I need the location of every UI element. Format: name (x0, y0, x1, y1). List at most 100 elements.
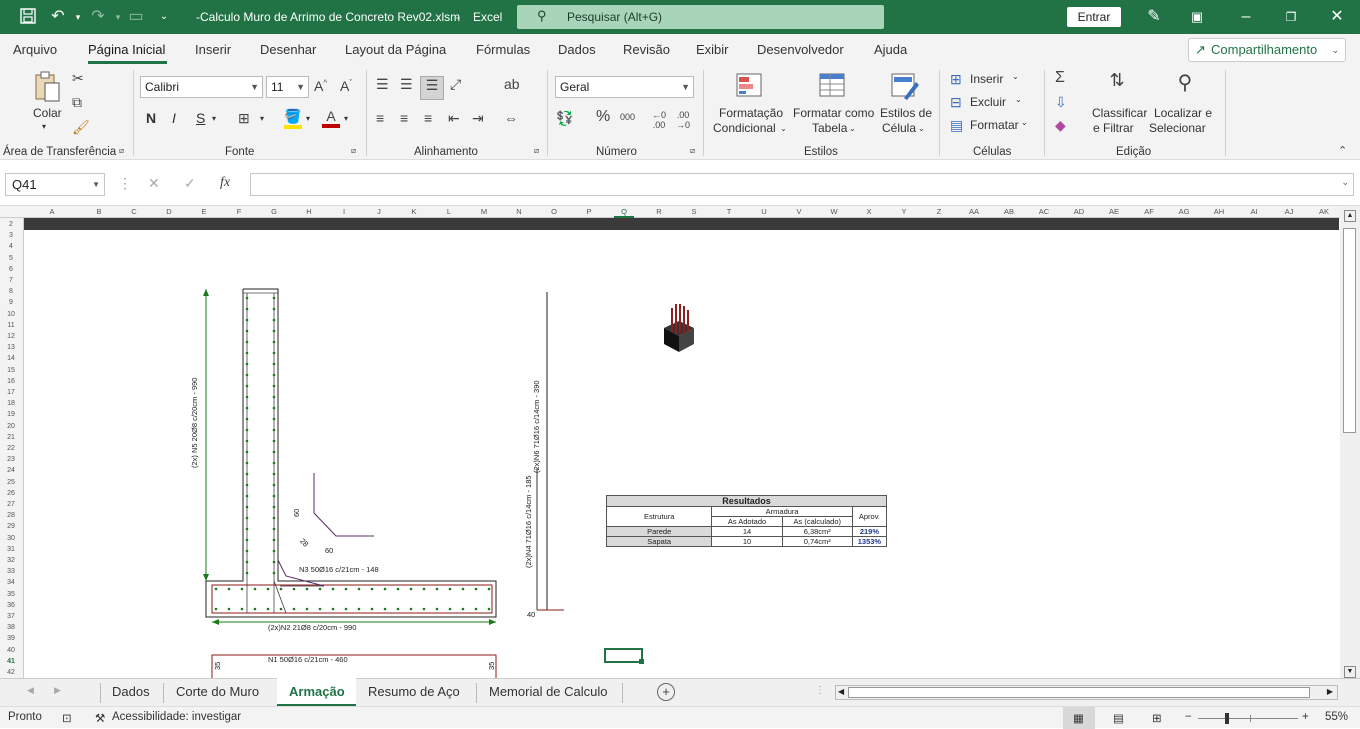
row-header[interactable]: 14 (0, 355, 22, 362)
name-box[interactable]: Q41 ▼ (5, 173, 105, 196)
paste-icon[interactable] (32, 70, 62, 104)
scroll-left-icon[interactable]: ◀ (838, 687, 844, 696)
add-sheet-icon[interactable]: + (657, 683, 675, 701)
row-header[interactable]: 15 (0, 367, 22, 374)
undo-icon[interactable]: ↶ (48, 7, 68, 27)
row-header[interactable]: 35 (0, 591, 22, 598)
italic-button[interactable]: I (172, 110, 176, 126)
column-header[interactable]: AK (1314, 207, 1334, 216)
format-cells-label[interactable]: Formatar (970, 118, 1019, 132)
font-launcher-icon[interactable]: ⧄ (351, 146, 356, 156)
hscroll-thumb[interactable] (848, 687, 1310, 698)
wrap-text-icon[interactable]: ab (504, 76, 520, 92)
underline-button[interactable]: S (196, 110, 205, 126)
find-select-label2[interactable]: Selecionar (1149, 121, 1206, 135)
find-select-icon[interactable]: ⚲ (1170, 70, 1200, 95)
row-header[interactable]: 24 (0, 467, 22, 474)
font-color-dropdown-icon[interactable]: ▾ (344, 114, 348, 123)
column-header[interactable]: R (649, 207, 669, 216)
prev-sheet-icon[interactable]: ◀ (27, 685, 34, 696)
font-color-icon[interactable]: A (322, 108, 340, 128)
borders-icon[interactable]: ⊞ (238, 110, 250, 127)
number-launcher-icon[interactable]: ⧄ (690, 146, 695, 156)
row-header[interactable]: 33 (0, 568, 22, 575)
paste-label[interactable]: Colar (33, 106, 62, 120)
column-header[interactable]: M (474, 207, 494, 216)
column-header[interactable]: AJ (1279, 207, 1299, 216)
row-header[interactable]: 10 (0, 311, 22, 318)
macro-record-icon[interactable]: ⊡ (62, 711, 72, 725)
percent-icon[interactable]: % (596, 108, 610, 126)
row-header[interactable]: 12 (0, 333, 22, 340)
autosum-icon[interactable]: Σ (1055, 69, 1065, 87)
sort-filter-icon[interactable]: ⇅ (1102, 70, 1132, 91)
increase-indent-icon[interactable]: ⇥ (472, 110, 484, 127)
column-header[interactable]: H (299, 207, 319, 216)
column-header[interactable]: AI (1244, 207, 1264, 216)
column-header[interactable]: AF (1139, 207, 1159, 216)
row-header[interactable]: 25 (0, 479, 22, 486)
status-accessibility[interactable]: Acessibilidade: investigar (112, 711, 241, 723)
column-header[interactable]: J (369, 207, 389, 216)
restore-icon[interactable]: ❐ (1281, 7, 1301, 27)
column-header[interactable]: AD (1069, 207, 1089, 216)
page-layout-icon[interactable]: ▤ (1113, 711, 1124, 725)
align-left-icon[interactable]: ≡ (376, 110, 384, 126)
currency-icon[interactable]: 💱 (556, 110, 573, 127)
row-header[interactable]: 18 (0, 400, 22, 407)
column-header[interactable]: K (404, 207, 424, 216)
zoom-level[interactable]: 55% (1325, 711, 1348, 723)
tab-layout[interactable]: Layout da Página (345, 42, 446, 57)
column-header[interactable]: N (509, 207, 529, 216)
ribbon-display-icon[interactable]: ▣ (1187, 7, 1207, 27)
column-header[interactable]: O (544, 207, 564, 216)
delete-cells-icon[interactable]: ⊟ (950, 94, 962, 111)
tab-arquivo[interactable]: Arquivo (13, 42, 57, 57)
sheet-tab-resumo[interactable]: Resumo de Aço (368, 684, 460, 699)
row-header[interactable]: 13 (0, 344, 22, 351)
insert-function-icon[interactable]: fx (220, 175, 230, 191)
align-top-icon[interactable]: ☰ (376, 76, 389, 93)
borders-dropdown-icon[interactable]: ▾ (260, 114, 264, 123)
row-header[interactable]: 8 (0, 288, 22, 295)
column-header[interactable]: AC (1034, 207, 1054, 216)
underline-dropdown-icon[interactable]: ▾ (212, 114, 216, 123)
column-header[interactable]: AG (1174, 207, 1194, 216)
conditional-format-label1[interactable]: Formatação (719, 106, 783, 120)
redo-icon[interactable]: ↷ (88, 7, 108, 27)
row-header[interactable]: 22 (0, 445, 22, 452)
increase-font-icon[interactable]: A^ (314, 78, 327, 94)
column-header[interactable]: I (334, 207, 354, 216)
accessibility-icon[interactable]: ⚒ (95, 711, 105, 725)
format-painter-icon[interactable]: 🖌 (72, 119, 90, 136)
column-header[interactable]: C (124, 207, 144, 216)
vertical-scrollbar[interactable]: ▲ ▼ (1340, 206, 1360, 678)
row-header[interactable]: 38 (0, 624, 22, 631)
redo-dropdown-icon[interactable]: ▾ (108, 7, 128, 27)
tab-revisao[interactable]: Revisão (623, 42, 670, 57)
row-header[interactable]: 3 (0, 232, 22, 239)
zoom-in-icon[interactable]: + (1302, 711, 1309, 723)
sort-filter-label2[interactable]: e Filtrar (1093, 121, 1134, 135)
cut-icon[interactable]: ✂ (72, 70, 84, 87)
page-break-icon[interactable]: ⊞ (1152, 711, 1162, 725)
column-header[interactable]: Q (614, 207, 634, 218)
row-header[interactable]: 31 (0, 546, 22, 553)
fill-icon[interactable]: ⇩ (1055, 94, 1067, 111)
column-header[interactable]: D (159, 207, 179, 216)
insert-cells-label[interactable]: Inserir (970, 72, 1003, 86)
orientation-icon[interactable]: ⤢ (450, 76, 461, 93)
format-table-label1[interactable]: Formatar como (793, 106, 874, 120)
align-right-icon[interactable]: ≡ (424, 110, 432, 126)
scroll-thumb[interactable] (1343, 228, 1356, 433)
column-header[interactable]: X (859, 207, 879, 216)
tab-inserir[interactable]: Inserir (195, 42, 231, 57)
column-header[interactable]: A (42, 207, 62, 216)
row-header[interactable]: 19 (0, 411, 22, 418)
row-header[interactable]: 9 (0, 299, 22, 306)
column-header[interactable]: AB (999, 207, 1019, 216)
row-header[interactable]: 37 (0, 613, 22, 620)
row-header[interactable]: 30 (0, 535, 22, 542)
row-header[interactable]: 20 (0, 423, 22, 430)
row-header[interactable]: 4 (0, 243, 22, 250)
